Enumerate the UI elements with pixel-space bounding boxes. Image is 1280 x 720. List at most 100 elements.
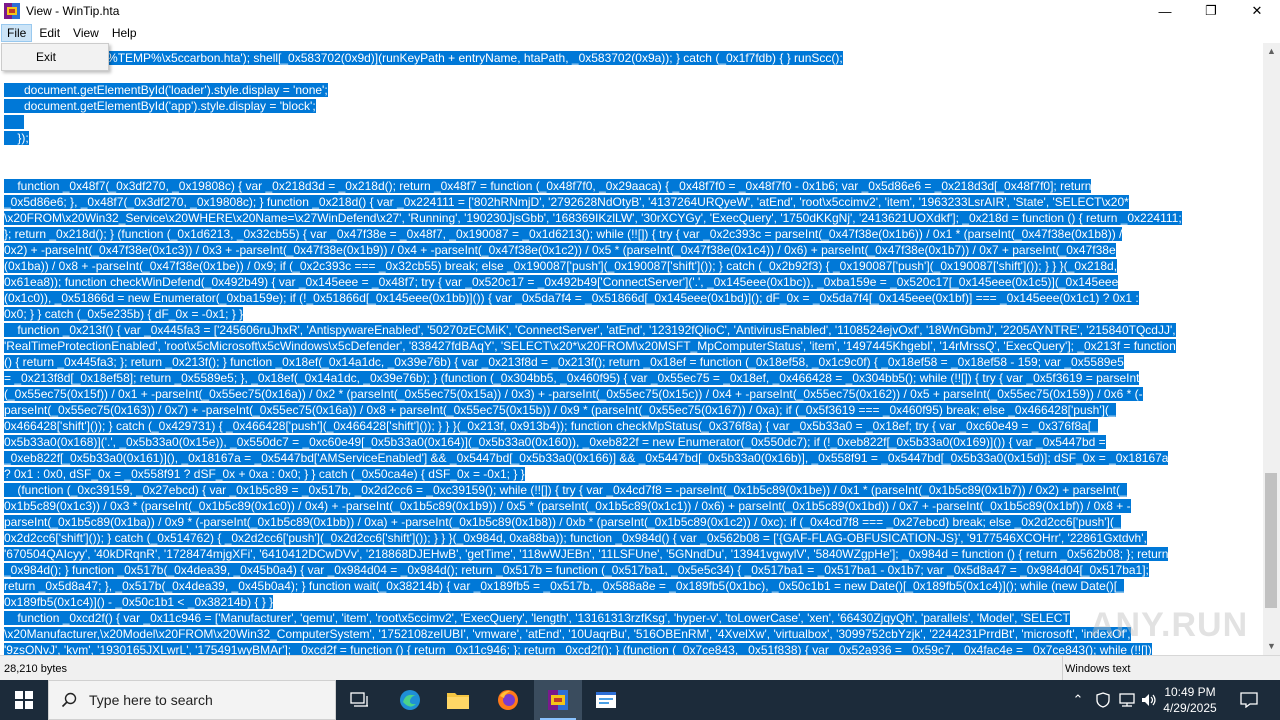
code-line: 0x61ea8)); function checkWinDefend(_0x49…: [4, 274, 1119, 290]
code-line: _0x984d(); } function _0x517b(_0x4dea39,…: [4, 562, 1149, 578]
code-line-text: function _0x48f7(_0x3df270, _0x19808c) {…: [4, 179, 1092, 193]
code-line: });: [4, 130, 29, 146]
menu-help[interactable]: Help: [106, 24, 143, 42]
code-line-text: = _0x213f8d[_0x18ef58]; return _0x5589e5…: [4, 371, 1140, 385]
scroll-down-icon[interactable]: ▼: [1263, 638, 1280, 655]
notifications-button[interactable]: [1234, 680, 1264, 720]
code-line-text: }; return _0x218d(); } (function (_0x1d6…: [4, 227, 1123, 241]
code-line-text: ? 0x1 : 0x0, dSF_0x = _0x558f91 ? dSF_0x…: [4, 467, 525, 481]
code-line-text: document.getElementById('loader').style.…: [4, 83, 328, 97]
code-line: 0x0; } } catch (_0x5e235b) { dF_0x = -0x…: [4, 306, 244, 322]
windows-logo-icon: [15, 691, 33, 709]
code-line: (function (_0xc39159, _0x27ebcd) { var _…: [4, 482, 1127, 498]
shield-icon: [1096, 692, 1110, 708]
code-line-text: 0x189fb5(0x1c4)]() - _0x50c1b1 < _0x3821…: [4, 595, 274, 609]
code-line: document.getElementById('loader').style.…: [4, 82, 328, 98]
code-line-text: 0x61ea8)); function checkWinDefend(_0x49…: [4, 275, 1119, 289]
code-line: parseInt(_0x1b5c89(0x1ba)) / 0x9 * (-par…: [4, 514, 1121, 530]
document-viewer-icon: [596, 692, 616, 708]
security-tray-icon[interactable]: [1092, 680, 1114, 720]
network-tray-icon[interactable]: [1116, 680, 1138, 720]
viewer-taskbar-button[interactable]: [582, 680, 630, 720]
menu-bar: File Edit View Help: [0, 22, 1280, 43]
code-line: '9zsONvJ', 'kvm', '1930165JXLwrL', '1754…: [4, 642, 1152, 655]
close-button[interactable]: ✕: [1234, 0, 1280, 22]
menu-item-exit[interactable]: Exit: [36, 50, 56, 64]
file-size-status: 28,210 bytes: [4, 663, 67, 675]
code-line-text: [4, 115, 25, 129]
clock-date: 4/29/2025: [1163, 701, 1217, 715]
taskbar: Type here to search ⌃ 10:49 PM 4/29/2025: [0, 680, 1280, 720]
code-line: 0x5b33a0(0x168)]('.', _0x5b33a0(0x15e)),…: [4, 434, 1106, 450]
code-line: document.getElementById('app').style.dis…: [4, 98, 316, 114]
code-line: _0xeb822f[_0x5b33a0(0x161)](), _0x18167a…: [4, 450, 1169, 466]
code-line-text: 0x5b33a0(0x168)]('.', _0x5b33a0(0x15e)),…: [4, 435, 1106, 449]
restore-icon: ❐: [1205, 3, 1217, 18]
watermark-logo: ANY.RUN: [1090, 606, 1249, 644]
menu-edit[interactable]: Edit: [33, 24, 66, 42]
code-line: '670504QAIcyy', '40kDRqnR', '1728474mjgX…: [4, 546, 1169, 562]
taskbar-search-box[interactable]: Type here to search: [48, 680, 336, 720]
status-bar: 28,210 bytes Windows text: [0, 655, 1280, 681]
code-line: parseInt(_0x55ec75(0x163)) / 0x7) + -par…: [4, 402, 1116, 418]
search-icon: [61, 692, 77, 708]
code-line-text: _0xeb822f[_0x5b33a0(0x161)](), _0x18167a…: [4, 451, 1169, 465]
code-line: (_0x55ec75(0x15f)) / 0x1 + -parseInt(_0x…: [4, 386, 1143, 402]
code-line-text: 0x1b5c89(0x1c3)) / 0x3 * (parseInt(_0x1b…: [4, 499, 1131, 513]
task-view-icon: [350, 692, 368, 707]
close-icon: ✕: [1251, 3, 1263, 18]
code-line: return _0x5d8a47; }, _0x517b(_0x4dea39, …: [4, 578, 1124, 594]
code-line: 0x2d2cc6['shift']()); } catch (_0x514762…: [4, 530, 1147, 546]
show-hidden-icons-button[interactable]: ⌃: [1068, 680, 1088, 720]
code-line-text: 0x2d2cc6['shift']()); } catch (_0x514762…: [4, 531, 1147, 545]
menu-view[interactable]: View: [67, 24, 105, 42]
code-line-text: });: [4, 131, 29, 145]
minimize-icon: —: [1158, 3, 1172, 19]
file-menu-dropdown: Exit: [1, 43, 109, 71]
code-line: function _0x213f() { var _0x445fa3 = ['2…: [4, 322, 1176, 338]
code-line-text: \x20Manufacturer,\x20Model\x20FROM\x20Wi…: [4, 627, 1131, 641]
taskbar-clock[interactable]: 10:49 PM 4/29/2025: [1152, 684, 1228, 716]
code-line: 'RealTimeProtectionEnabled', 'root\x5cMi…: [4, 338, 1176, 354]
vertical-scrollbar[interactable]: ▲ ▼: [1263, 43, 1280, 655]
menu-file[interactable]: File: [1, 23, 33, 42]
code-line-text: '670504QAIcyy', '40kDRqnR', '1728474mjgX…: [4, 547, 1169, 561]
code-line: (0x1ba)) / 0x8 + -parseInt(_0x47f38e(0x1…: [4, 258, 1118, 274]
code-line-text: parseInt(_0x55ec75(0x163)) / 0x7) + -par…: [4, 403, 1116, 417]
code-line: \x20Manufacturer,\x20Model\x20FROM\x20Wi…: [4, 626, 1131, 642]
code-line-text: \x20FROM\x20Win32_Service\x20WHERE\x20Na…: [4, 211, 1182, 225]
code-line-text: 0x0; } } catch (_0x5e235b) { dF_0x = -0x…: [4, 307, 244, 321]
code-line: [4, 114, 25, 130]
code-line: function _0xcd2f() { var _0x11c946 = ['M…: [4, 610, 1070, 626]
code-line: 0x1b5c89(0x1c3)) / 0x3 * (parseInt(_0x1b…: [4, 498, 1131, 514]
firefox-taskbar-button[interactable]: [484, 680, 532, 720]
code-line-text: _0x583702(0xab)]('%TEMP%\x5ccarbon.hta')…: [4, 51, 843, 65]
code-line: 0x2) + -parseInt(_0x47f38e(0x1c3)) / 0x3…: [4, 242, 1116, 258]
code-line: \x20FROM\x20Win32_Service\x20WHERE\x20Na…: [4, 210, 1182, 226]
code-line: (0x1c0)), _0x51866d = new Enumerator(_0x…: [4, 290, 1139, 306]
code-line-text: function _0xcd2f() { var _0x11c946 = ['M…: [4, 611, 1070, 625]
maximize-button[interactable]: ❐: [1188, 0, 1234, 22]
edge-taskbar-button[interactable]: [386, 680, 434, 720]
code-line: ? 0x1 : 0x0, dSF_0x = _0x558f91 ? dSF_0x…: [4, 466, 525, 482]
notification-icon: [1240, 692, 1258, 708]
encoding-status: Windows text: [1062, 656, 1130, 681]
minimize-button[interactable]: —: [1142, 0, 1188, 22]
code-line: function _0x48f7(_0x3df270, _0x19808c) {…: [4, 178, 1092, 194]
scroll-up-icon[interactable]: ▲: [1263, 43, 1280, 60]
start-button[interactable]: [0, 680, 48, 720]
firefox-icon: [498, 690, 518, 710]
winrar-app-icon: [4, 3, 20, 19]
text-viewer[interactable]: _0x583702(0xab)]('%TEMP%\x5ccarbon.hta')…: [0, 43, 1263, 655]
code-line-text: _0x984d(); } function _0x517b(_0x4dea39,…: [4, 563, 1149, 577]
winrar-icon: [548, 690, 568, 710]
code-line-text: 'RealTimeProtectionEnabled', 'root\x5cMi…: [4, 339, 1176, 353]
code-line-text: (0x1ba)) / 0x8 + -parseInt(_0x47f38e(0x1…: [4, 259, 1118, 273]
scrollbar-thumb[interactable]: [1265, 473, 1277, 608]
winrar-taskbar-button[interactable]: [534, 680, 582, 720]
code-line-text: 0x466428['shift']()); } catch (_0x429731…: [4, 419, 1098, 433]
code-line: }; return _0x218d(); } (function (_0x1d6…: [4, 226, 1123, 242]
network-icon: [1119, 693, 1135, 707]
task-view-button[interactable]: [336, 680, 384, 720]
file-explorer-taskbar-button[interactable]: [434, 680, 482, 720]
